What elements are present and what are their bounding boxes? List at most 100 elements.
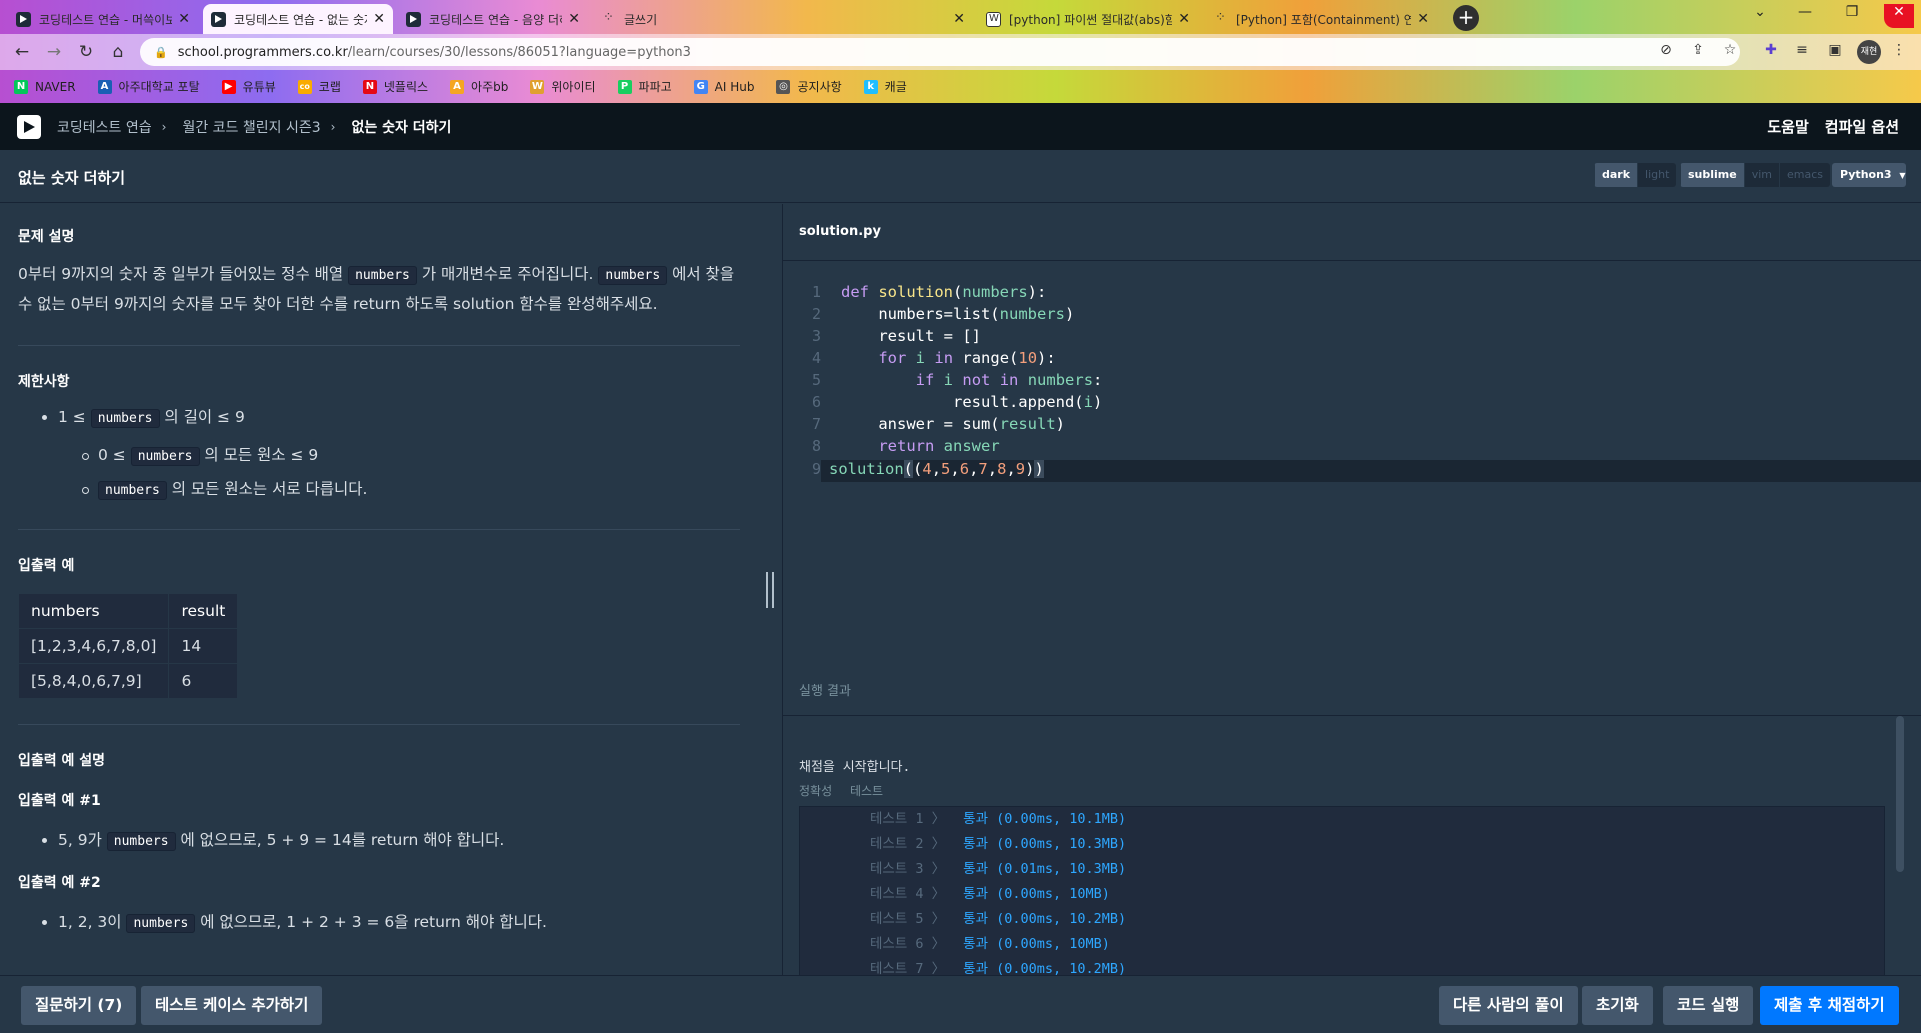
inline-code: numbers [130, 447, 200, 466]
bookmark-label: NAVER [35, 79, 76, 94]
code-line: if i not in numbers: [915, 371, 1103, 389]
bookmark-kaggle[interactable]: k 캐글 [863, 78, 907, 95]
new-tab-button[interactable]: + [1453, 5, 1479, 31]
profile-avatar[interactable]: 재현 [1857, 40, 1881, 64]
browser-tab[interactable]: 글쓰기 ✕ [593, 4, 973, 34]
line-number: 7 [811, 415, 821, 433]
inline-code: numbers [598, 266, 668, 285]
theme-light-button[interactable]: light [1637, 163, 1677, 187]
bookmark-label: 코랩 [318, 80, 341, 94]
section-heading: 입출력 예 [18, 558, 75, 574]
close-window-icon[interactable]: ✕ [1884, 4, 1914, 28]
globe-icon: ◎ [776, 79, 791, 94]
kaggle-icon: k [863, 79, 878, 94]
others-solutions-button[interactable]: 다른 사람의 풀이 [1439, 986, 1578, 1025]
add-testcase-button[interactable]: 테스트 케이스 추가하기 [141, 986, 323, 1025]
keymap-vim-button[interactable]: vim [1743, 163, 1779, 187]
browser-chrome: 코딩테스트 연습 - 머쓱이보다 키 ✕ 코딩테스트 연습 - 없는 숫자 더 … [0, 0, 1921, 103]
browser-tab[interactable]: [Python] 포함(Containment) 연산 ✕ [1205, 4, 1437, 34]
keymap-toggle: sublime vim emacs [1680, 163, 1831, 187]
bookmark-notice[interactable]: ◎ 공지사항 [776, 78, 842, 95]
browser-tab[interactable]: 코딩테스트 연습 - 음양 더하기 | ✕ [398, 4, 588, 34]
browser-tab[interactable]: 코딩테스트 연습 - 머쓱이보다 키 ✕ [8, 4, 198, 34]
side-panel-icon[interactable]: ▣ [1825, 42, 1845, 62]
close-tab-icon[interactable]: ✕ [178, 11, 190, 27]
code-line: result = [] [878, 327, 981, 345]
blog-favicon-icon [601, 10, 616, 27]
reset-button[interactable]: 초기화 [1582, 986, 1653, 1025]
bookmark-colab[interactable]: co 코랩 [297, 78, 341, 95]
grading-start-message: 채점을 시작합니다. [799, 760, 911, 775]
keymap-sublime-button[interactable]: sublime [1680, 163, 1744, 187]
minimize-icon[interactable]: — [1790, 4, 1820, 28]
reading-list-icon[interactable]: ≡ [1792, 42, 1812, 62]
constraints-list: 1 ≤ numbers 의 길이 ≤ 9 [18, 405, 740, 435]
tab-test[interactable]: 테스트 [850, 784, 883, 798]
hide-icon[interactable]: ⊘ [1656, 42, 1676, 62]
restore-icon[interactable]: ❐ [1837, 4, 1867, 28]
compile-options-link[interactable]: 컴파일 옵션 [1825, 116, 1899, 137]
bookmark-label: 유튜뷰 [242, 80, 276, 94]
bookmark-netflix[interactable]: N 넷플릭스 [362, 78, 428, 95]
language-select[interactable]: Python3 ▼ [1832, 163, 1906, 187]
bookmark-youtube[interactable]: ▶ 유튜뷰 [221, 78, 276, 95]
app-header: 코딩테스트 연습 › 월간 코드 챌린지 시즌3 › 없는 숫자 더하기 도움말… [0, 103, 1921, 150]
tab-search-icon[interactable]: ⌄ [1745, 4, 1775, 28]
io-example-table: numbers result [1,2,3,4,6,7,8,0] 14 [5,8… [17, 593, 239, 699]
help-link[interactable]: 도움말 [1767, 116, 1808, 137]
programmers-favicon-icon [211, 11, 226, 27]
home-icon[interactable]: ⌂ [106, 40, 130, 64]
line-number: 2 [811, 305, 821, 323]
submit-button[interactable]: 제출 후 채점하기 [1760, 986, 1899, 1025]
page-title: 없는 숫자 더하기 [18, 169, 126, 187]
code-editor[interactable]: 1 2 3 4 5 6 7 8 9 def solution(numbers):… [783, 260, 1921, 664]
constraints-sublist: 0 ≤ numbers 의 모든 원소 ≤ 9 numbers 의 모든 원소는… [18, 443, 740, 507]
close-tab-icon[interactable]: ✕ [953, 11, 965, 27]
bookmark-ajou-portal[interactable]: A 아주대학교 포탈 [97, 78, 200, 95]
theme-dark-button[interactable]: dark [1594, 163, 1638, 187]
menu-icon[interactable]: ⋮ [1889, 42, 1909, 62]
run-code-button[interactable]: 코드 실행 [1663, 986, 1754, 1025]
back-icon[interactable]: ← [10, 40, 34, 64]
keymap-emacs-button[interactable]: emacs [1779, 163, 1831, 187]
programmers-favicon-icon [406, 11, 421, 27]
section-heading: 입출력 예 설명 [18, 753, 106, 769]
bookmark-star-icon[interactable]: ☆ [1720, 42, 1740, 62]
close-tab-icon[interactable]: ✕ [373, 11, 385, 27]
bookmark-weit[interactable]: W 위아이티 [530, 78, 596, 95]
reload-icon[interactable]: ↻ [74, 40, 98, 64]
example-list: 1, 2, 3이 numbers 에 없으므로, 1 + 2 + 3 = 6을 … [18, 910, 782, 933]
bookmark-ajou-bb[interactable]: A 아주bb [450, 78, 508, 95]
forward-icon[interactable]: → [42, 40, 66, 64]
breadcrumb-item[interactable]: 월간 코드 챌린지 시즌3 [182, 117, 320, 137]
ajou-icon: A [97, 79, 112, 94]
share-icon[interactable]: ⇪ [1688, 42, 1708, 62]
close-tab-icon[interactable]: ✕ [1417, 11, 1429, 27]
pane-divider-handle[interactable] [766, 572, 774, 608]
extensions-icon[interactable]: ✚ [1761, 42, 1781, 62]
io-example-section: 입출력 예 numbers result [1,2,3,4,6,7,8,0] 1… [17, 530, 740, 725]
language-label: Python3 [1840, 168, 1892, 181]
test-status: 통과 (0.00ms, 10.2MB) [963, 911, 1127, 927]
text: 0 ≤ [98, 446, 131, 464]
bookmark-papago[interactable]: P 파파고 [617, 78, 672, 95]
bookmark-label: 캐글 [884, 80, 907, 94]
ask-question-button[interactable]: 질문하기 (7) [21, 986, 137, 1025]
bookmark-aihub[interactable]: G AI Hub [693, 79, 754, 94]
wikidocs-favicon-icon [986, 11, 1001, 27]
close-tab-icon[interactable]: ✕ [568, 11, 580, 27]
bookmark-naver[interactable]: N NAVER [14, 79, 76, 94]
result-scrollbar[interactable] [1896, 716, 1904, 872]
browser-tab-active[interactable]: 코딩테스트 연습 - 없는 숫자 더 ✕ [203, 4, 393, 34]
youtube-icon: ▶ [221, 79, 236, 94]
text: 에 없으므로, 5 + 9 = 14를 return 해야 합니다. [175, 831, 505, 849]
programmers-logo-icon[interactable] [17, 114, 41, 139]
address-bar[interactable]: 🔒 school.programmers.co.kr /learn/course… [140, 38, 1740, 66]
text: 의 길이 ≤ 9 [159, 408, 245, 426]
inline-code: numbers [106, 832, 176, 851]
browser-tab[interactable]: [python] 파이썬 절대값(abs)함 ✕ [978, 4, 1198, 34]
breadcrumb-item[interactable]: 코딩테스트 연습 [57, 117, 152, 137]
tab-accuracy[interactable]: 정확성 [799, 784, 832, 798]
close-tab-icon[interactable]: ✕ [1178, 11, 1190, 27]
text: 의 모든 원소는 서로 다릅니다. [166, 480, 368, 498]
